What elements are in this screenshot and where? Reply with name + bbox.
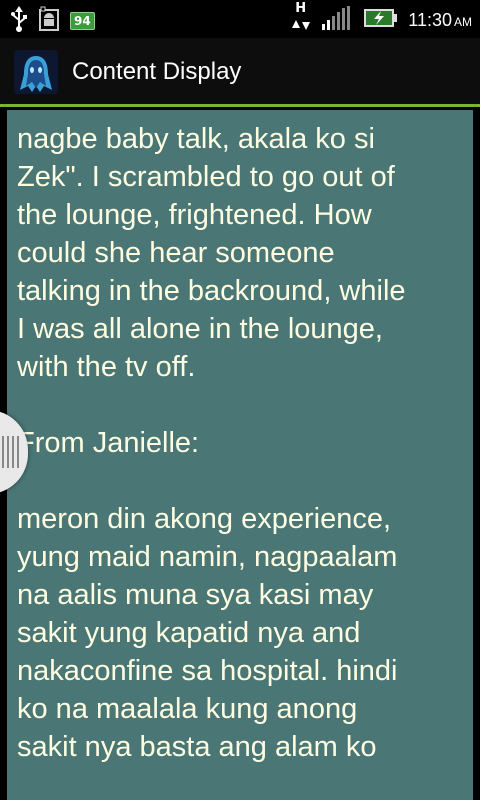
- text-line: I was all alone in the lounge,: [17, 313, 383, 345]
- clock-ampm: AM: [454, 14, 472, 29]
- app-title: Content Display: [72, 58, 242, 85]
- android-debug-icon: [38, 6, 60, 36]
- status-bar: 94 H 11:30 AM: [0, 0, 480, 38]
- data-arrows-icon: H: [290, 1, 312, 34]
- text-line: nagbe baby talk, akala ko si: [17, 123, 375, 155]
- text-line: the lounge, frightened. How: [17, 199, 372, 231]
- status-bar-left: 94: [10, 6, 95, 36]
- text-line: could she hear someone: [17, 237, 335, 269]
- text-line: meron din akong experience,: [17, 503, 392, 535]
- content-area[interactable]: nagbe baby talk, akala ko si Zek". I scr…: [7, 110, 473, 800]
- clock-time: 11:30: [408, 9, 452, 30]
- text-line: yung maid namin, nagpaalam: [17, 541, 398, 573]
- text-line: Zek". I scrambled to go out of: [17, 161, 395, 193]
- battery-badge: 94: [70, 12, 95, 30]
- title-bar: Content Display: [0, 38, 480, 107]
- grip-lines-icon: [2, 436, 19, 468]
- clock: 11:30 AM: [408, 10, 472, 31]
- section-heading: From Janielle:: [17, 427, 200, 459]
- text-line: na aalis muna sya kasi may: [17, 579, 374, 611]
- signal-bars-icon: [322, 6, 354, 34]
- status-bar-right: H 11:30 AM: [290, 1, 472, 34]
- content-text: nagbe baby talk, akala ko si Zek". I scr…: [17, 120, 467, 766]
- ghost-icon[interactable]: [14, 50, 58, 94]
- text-line: sakit nya basta ang alam ko: [17, 731, 377, 763]
- text-line: sakit yung kapatid nya and: [17, 617, 361, 649]
- text-line: ko na maalala kung anong: [17, 693, 358, 725]
- battery-charging-icon: [364, 8, 398, 32]
- text-line: with the tv off.: [17, 351, 196, 383]
- usb-icon: [10, 6, 28, 36]
- text-line: nakaconfine sa hospital. hindi: [17, 655, 398, 687]
- text-line: talking in the backround, while: [17, 275, 406, 307]
